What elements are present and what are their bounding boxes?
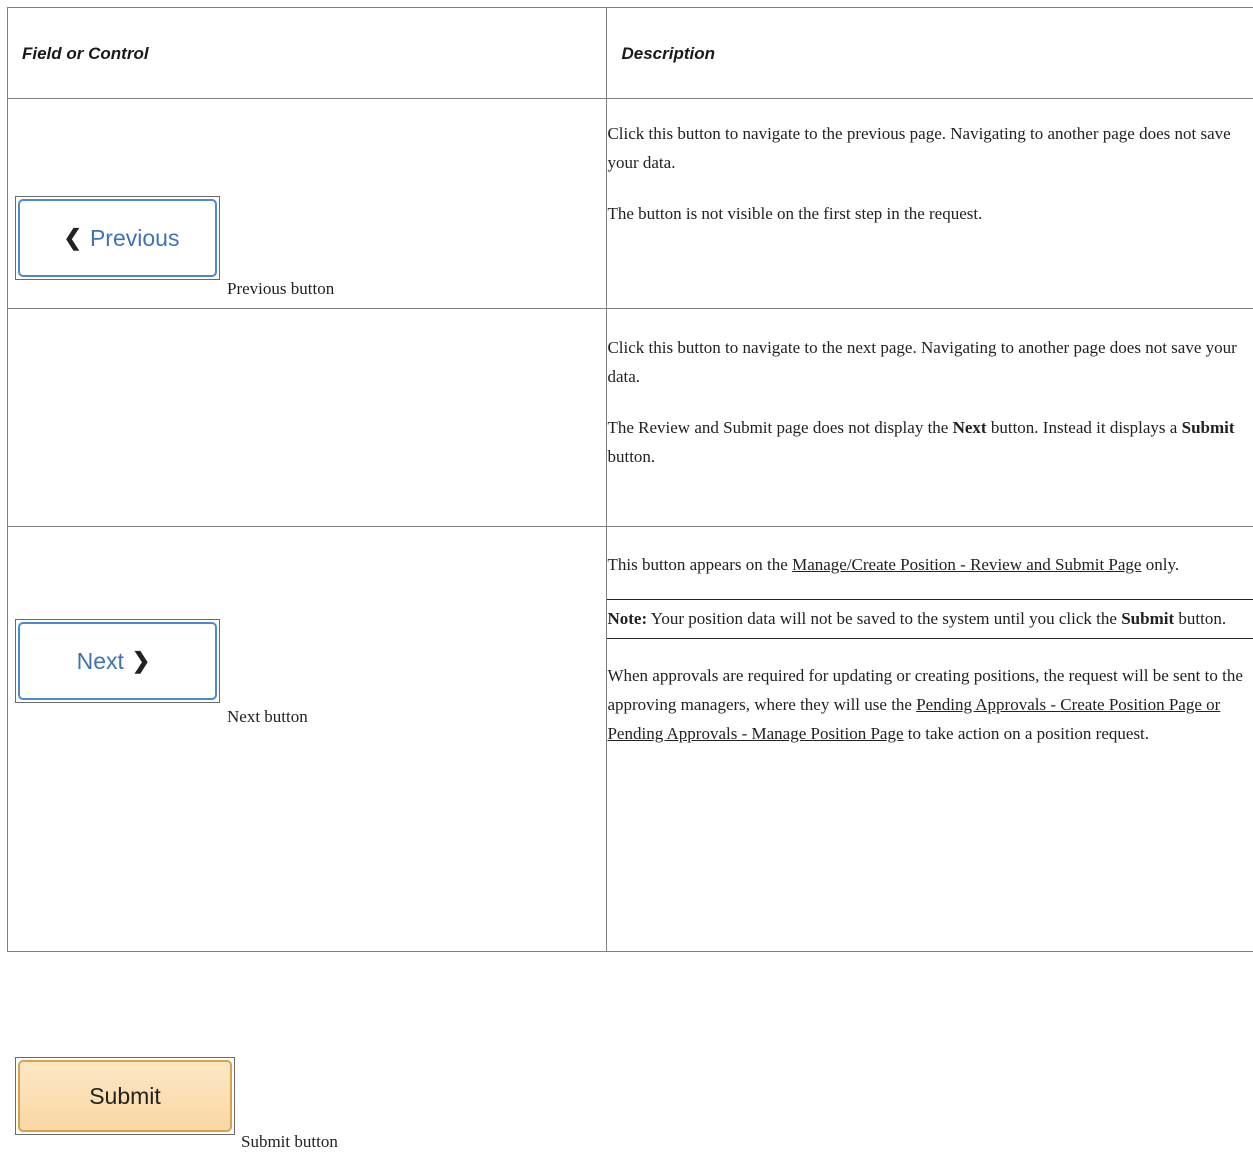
- description-cell: This button appears on the Manage/Create…: [607, 527, 1253, 952]
- table-header-row: Field or Control Description: [8, 8, 1253, 99]
- note-label: Note:: [607, 609, 647, 628]
- previous-button-image: ❮ Previous: [15, 196, 220, 280]
- submit-button[interactable]: Submit: [18, 1060, 232, 1132]
- note-submit-bold: Submit: [1121, 609, 1174, 628]
- control-cell: Submit Submit button: [8, 527, 607, 952]
- description-paragraph: Click this button to navigate to the nex…: [607, 333, 1253, 391]
- table-row: Next ❯ Next button Click this button to …: [8, 309, 1253, 527]
- submit-bold: Submit: [1182, 418, 1235, 437]
- description-cell: Click this button to navigate to the nex…: [607, 309, 1253, 527]
- review-submit-page-link[interactable]: Manage/Create Position - Review and Subm…: [792, 555, 1141, 574]
- chevron-left-icon: ❮: [64, 225, 82, 251]
- header-field-or-control: Field or Control: [8, 8, 607, 99]
- description-paragraph: The Review and Submit page does not disp…: [607, 413, 1253, 471]
- description-cell: Click this button to navigate to the pre…: [607, 99, 1253, 309]
- next-bold: Next: [953, 418, 987, 437]
- previous-button[interactable]: ❮ Previous: [18, 199, 217, 277]
- control-cell: Next ❯ Next button: [8, 309, 607, 527]
- previous-button-caption: Previous button: [227, 279, 334, 299]
- description-paragraph: When approvals are required for updating…: [607, 661, 1253, 748]
- table-row: Submit Submit button This button appears…: [8, 527, 1253, 952]
- description-paragraph: This button appears on the Manage/Create…: [607, 550, 1253, 579]
- submit-button-caption: Submit button: [241, 1132, 338, 1152]
- note-box: Note: Your position data will not be sav…: [607, 599, 1253, 639]
- description-paragraph: The button is not visible on the first s…: [607, 199, 1253, 228]
- field-description-table: Field or Control Description ❮ Previous …: [7, 7, 1253, 952]
- header-description: Description: [607, 8, 1253, 99]
- submit-button-image: Submit: [15, 1057, 235, 1135]
- table-row: ❮ Previous Previous button Click this bu…: [8, 99, 1253, 309]
- control-cell: ❮ Previous Previous button: [8, 99, 607, 309]
- description-paragraph: Click this button to navigate to the pre…: [607, 119, 1253, 177]
- note-paragraph: Note: Your position data will not be sav…: [607, 604, 1253, 633]
